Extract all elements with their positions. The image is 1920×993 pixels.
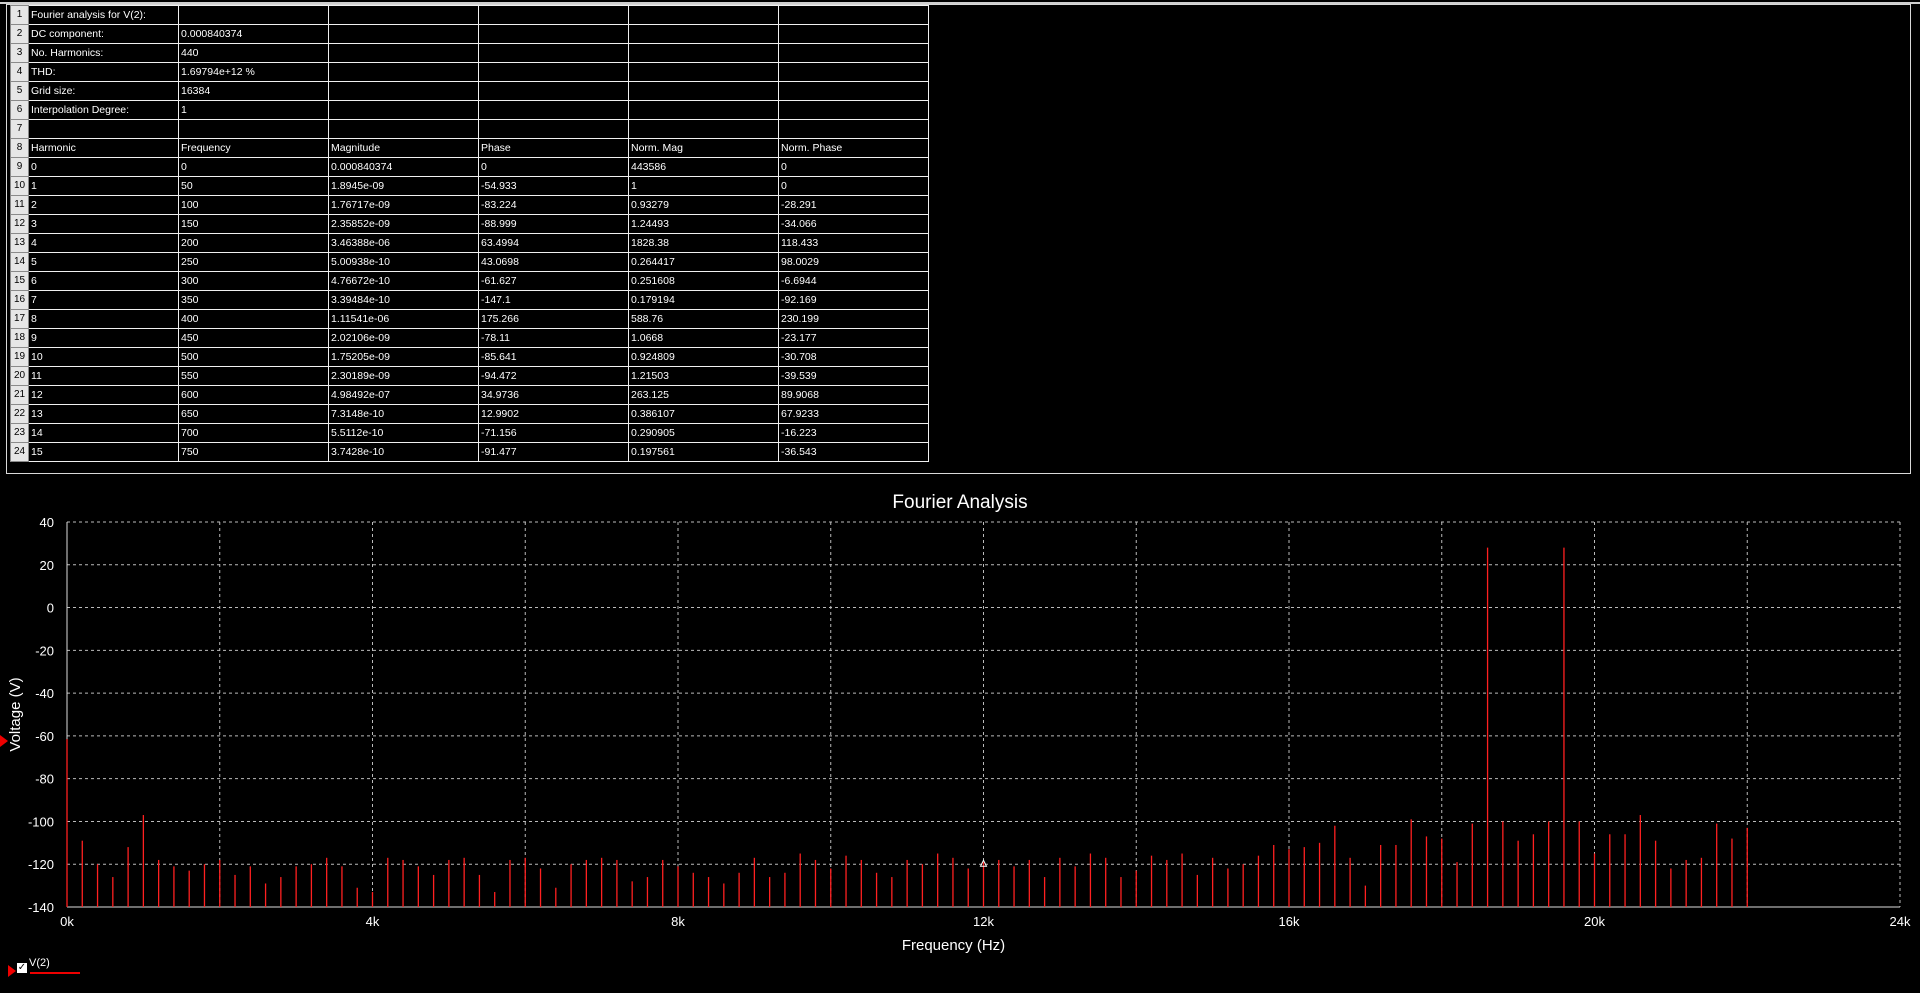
legend-series-swatch — [30, 972, 80, 974]
x-tick-label: 8k — [671, 914, 685, 929]
y-tick-label: 20 — [40, 558, 54, 573]
y-tick-label: -80 — [35, 772, 54, 787]
x-tick-label: 4k — [366, 914, 380, 929]
y-tick-label: -20 — [35, 643, 54, 658]
y-tick-label: -60 — [35, 729, 54, 744]
y-tick-label: -100 — [28, 814, 54, 829]
y-tick-label: 0 — [47, 601, 54, 616]
fourier-chart[interactable]: 0k 4k 8k 12k 16k 20k 24k 40 20 0 -20 -40 -60 -80 -100 -… — [0, 0, 1920, 993]
legend[interactable]: ✓ V(2) — [8, 957, 80, 979]
x-axis-label: Frequency (Hz) — [902, 937, 1005, 954]
x-tick-label: 0k — [60, 914, 74, 929]
x-tick-label: 24k — [1890, 914, 1911, 929]
legend-checkbox[interactable]: ✓ — [17, 963, 27, 973]
legend-marker-icon — [8, 965, 16, 977]
y-tick-label: -140 — [28, 900, 54, 915]
y-axis-marker — [0, 735, 8, 747]
y-tick-label: -120 — [28, 857, 54, 872]
y-axis-label: Voltage (V) — [7, 677, 24, 751]
legend-label: V(2) — [29, 957, 50, 969]
x-tick-label: 20k — [1584, 914, 1605, 929]
y-tick-label: -40 — [35, 686, 54, 701]
x-tick-label: 16k — [1279, 914, 1300, 929]
x-tick-label: 12k — [973, 914, 994, 929]
y-tick-label: 40 — [40, 515, 54, 530]
